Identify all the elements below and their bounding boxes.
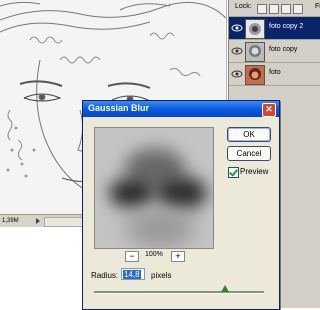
lock-bar: Lock: Fi xyxy=(229,0,320,17)
layer-thumbnail xyxy=(245,42,265,62)
layer-row-foto[interactable]: foto xyxy=(229,63,320,86)
blur-preview-area[interactable] xyxy=(94,127,214,249)
layer-thumbnail xyxy=(245,19,265,39)
radius-input[interactable]: 14,8 xyxy=(121,268,145,280)
eye-icon[interactable] xyxy=(231,46,243,56)
fill-label: Fi xyxy=(315,3,320,10)
layer-name[interactable]: foto copy 2 xyxy=(269,23,303,30)
layer-name[interactable]: foto xyxy=(269,69,281,76)
layer-row-foto-copy-2[interactable]: foto copy 2 xyxy=(229,17,320,40)
lock-label: Lock: xyxy=(235,3,252,10)
eye-icon[interactable] xyxy=(231,69,243,79)
radius-slider-thumb[interactable] xyxy=(220,285,229,292)
radius-slider-track[interactable] xyxy=(94,291,264,294)
document-size: 1,39M xyxy=(2,218,19,224)
eye-icon[interactable] xyxy=(231,23,243,33)
lock-position-toggle[interactable] xyxy=(281,4,291,14)
zoom-out-button[interactable]: − xyxy=(125,251,139,262)
cancel-button[interactable]: Cancel xyxy=(227,146,271,161)
preview-checkbox[interactable] xyxy=(228,167,239,178)
radius-value: 14,8 xyxy=(123,270,141,279)
zoom-in-button[interactable]: + xyxy=(171,251,185,262)
layer-row-foto-copy[interactable]: foto copy xyxy=(229,40,320,63)
dialog-title-bar[interactable]: Gaussian Blur ✕ xyxy=(83,101,279,117)
radius-label: Radius: xyxy=(91,271,119,280)
layer-name[interactable]: foto copy xyxy=(269,46,297,53)
gaussian-blur-dialog: Gaussian Blur ✕ − 100% + OK Cancel Previ… xyxy=(82,100,280,310)
lock-transparency-toggle[interactable] xyxy=(257,4,267,14)
layer-thumbnail xyxy=(245,65,265,85)
preview-label: Preview xyxy=(240,167,269,176)
lock-all-toggle[interactable] xyxy=(293,4,303,14)
ok-button[interactable]: OK xyxy=(227,127,271,142)
zoom-level: 100% xyxy=(145,251,163,258)
lock-pixels-toggle[interactable] xyxy=(269,4,279,14)
status-menu-arrow-icon[interactable] xyxy=(36,218,40,224)
radius-unit-label: pixels xyxy=(151,271,172,280)
close-button[interactable]: ✕ xyxy=(262,103,276,117)
dialog-title: Gaussian Blur xyxy=(88,103,150,113)
